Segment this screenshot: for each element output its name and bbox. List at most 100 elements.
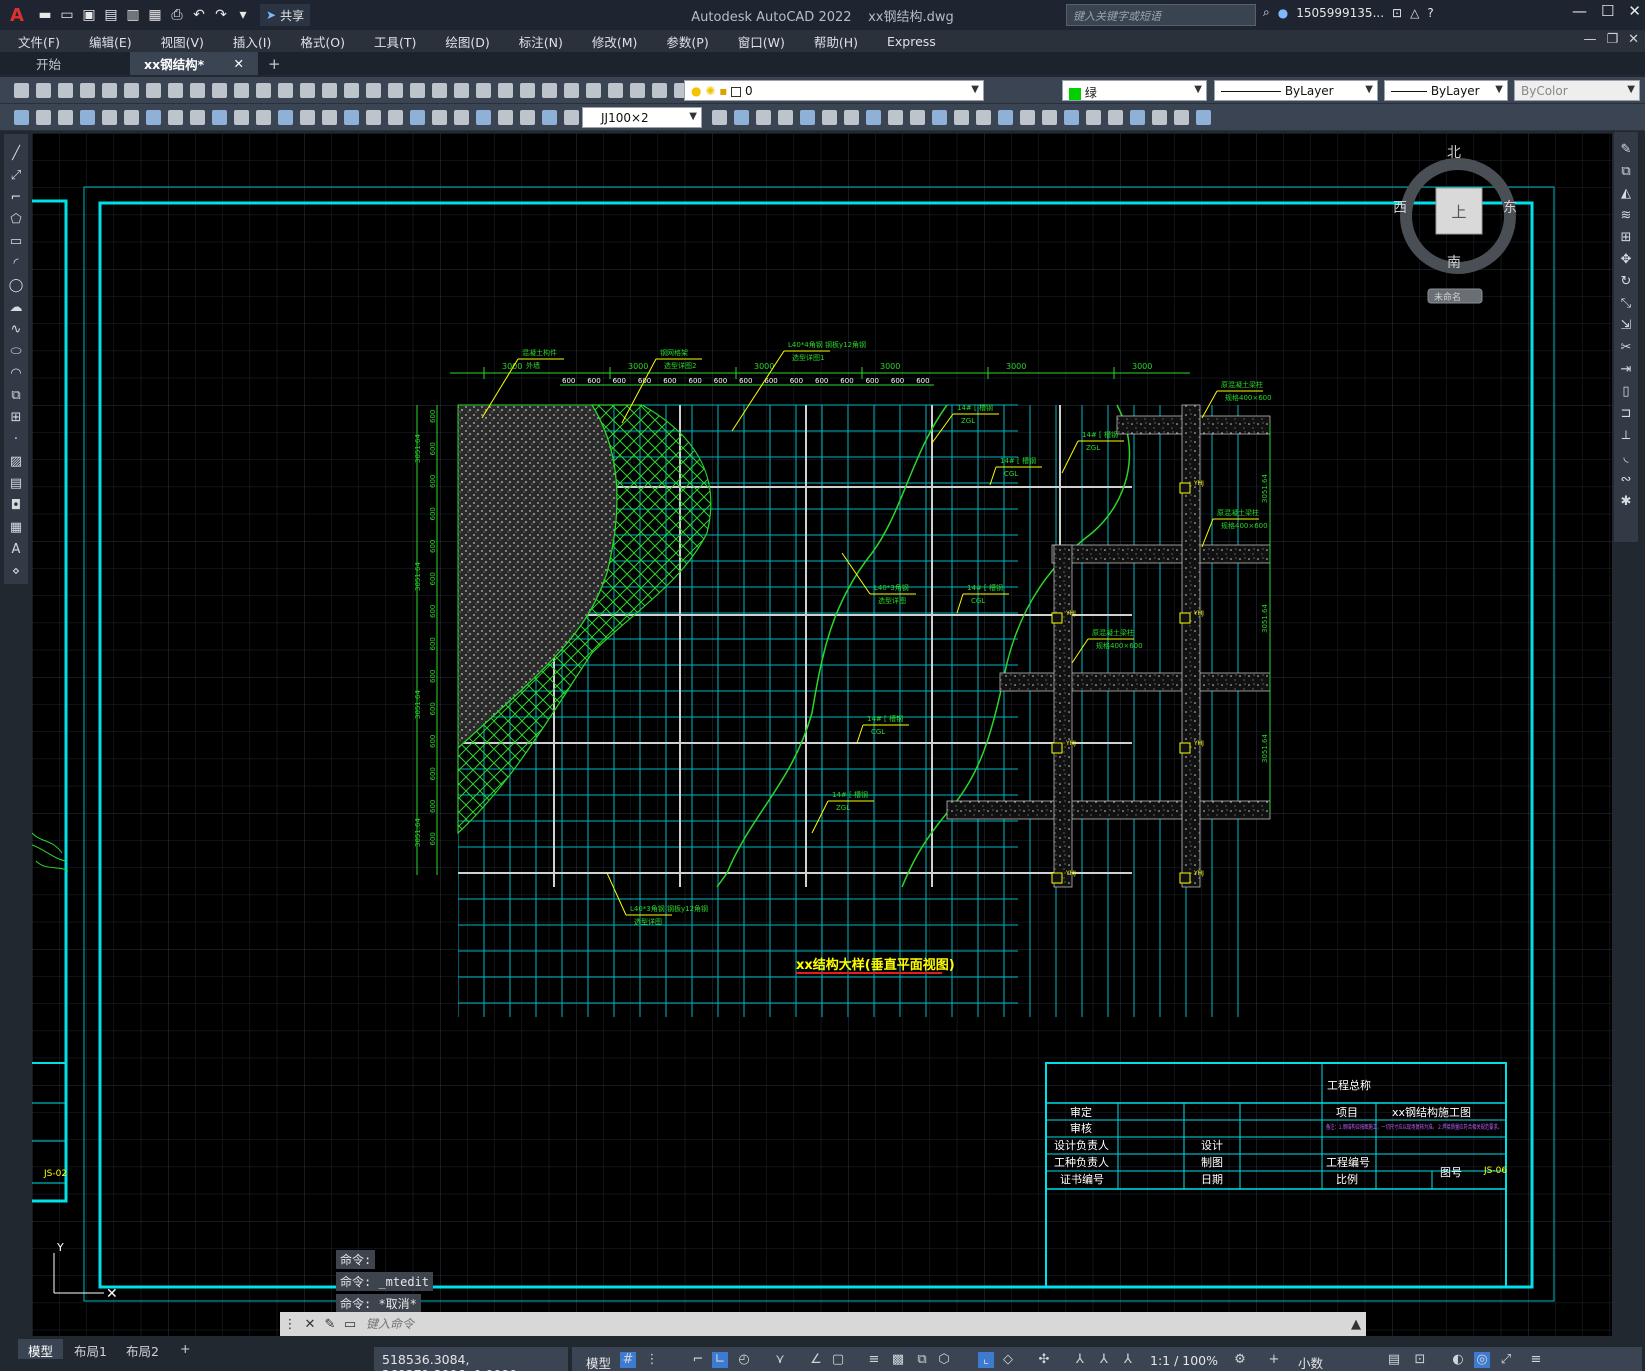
toolbar-tool-icon[interactable] [1086,110,1101,125]
save-as-icon[interactable]: ▤ [100,4,122,26]
customization-icon[interactable]: ≡ [1528,1352,1544,1368]
annotation-monitor-icon[interactable]: + [1266,1352,1282,1368]
annotation-visibility-icon[interactable]: ⅄ [1072,1352,1088,1368]
fillet-icon[interactable]: ◟ [1618,450,1634,466]
toolbar-tool-icon[interactable] [36,110,51,125]
toolbar-tool-icon[interactable] [844,110,859,125]
toolbar-tool-icon[interactable] [1130,110,1145,125]
toolbar-tool-icon[interactable] [998,110,1013,125]
print-icon[interactable]: ⎙ [166,4,188,26]
menu-parametric[interactable]: 参数(P) [648,32,719,51]
auto-scale-icon[interactable]: ⅄ [1096,1352,1112,1368]
publish-icon[interactable]: ▦ [144,4,166,26]
toolbar-tool-icon[interactable] [476,83,491,98]
doc-restore-icon[interactable]: ❐ [1606,32,1618,47]
close-icon[interactable]: ✕ [1628,2,1641,20]
user-name[interactable]: 1505999135... [1296,6,1384,20]
dimstyle-dropdown[interactable]: JJ100×2 ▼ [582,107,702,128]
close-icon[interactable]: ✕ [300,1317,320,1332]
join-icon[interactable]: ⊐ [1618,406,1634,422]
model-space-toggle[interactable]: 模型 [586,1353,611,1371]
recent-commands-icon[interactable]: ▲ [1346,1317,1366,1332]
tab-close-icon[interactable]: ✕ [234,56,244,71]
explode-icon[interactable]: ✱ [1618,494,1634,510]
minimize-icon[interactable]: — [1572,2,1587,20]
stretch-icon[interactable]: ⇲ [1618,318,1634,334]
menu-view[interactable]: 视图(V) [143,32,215,51]
viewcube-south[interactable]: 南 [1447,255,1461,271]
toolbar-tool-icon[interactable] [278,83,293,98]
tab-start[interactable]: 开始 [0,52,130,75]
add-selected-icon[interactable]: ⋄ [8,564,24,580]
toolbar-tool-icon[interactable] [454,110,469,125]
toolbar-tool-icon[interactable] [630,83,645,98]
plot-icon[interactable]: ▥ [122,4,144,26]
viewcube-east[interactable]: 东 [1503,200,1517,216]
toolbar-tool-icon[interactable] [1042,110,1057,125]
toolbar-tool-icon[interactable] [344,110,359,125]
new-tab-button[interactable]: + [258,52,291,75]
polyline-icon[interactable]: ⌐ [8,190,24,206]
toolbar-tool-icon[interactable] [1020,110,1035,125]
search-icon[interactable]: ⌕ [1263,5,1270,20]
toolbar-tool-icon[interactable] [190,110,205,125]
infer-constraints-icon[interactable]: ⌐ [690,1352,706,1368]
toolbar-tool-icon[interactable] [388,110,403,125]
toolbar-tool-icon[interactable] [168,110,183,125]
table-icon[interactable]: ▦ [8,520,24,536]
color-dropdown[interactable]: 绿 ▼ [1062,80,1207,101]
coordinates-readout[interactable]: 518536.3084, 269271.3996, 0.0000 [374,1347,568,1371]
toolbar-tool-icon[interactable] [14,110,29,125]
polar-tracking-icon[interactable]: ◴ [736,1352,752,1368]
object-snap-tracking-icon[interactable]: ∠ [808,1352,824,1368]
plotstyle-dropdown[interactable]: ByColor ▼ [1514,80,1640,101]
doc-minimize-icon[interactable]: — [1583,32,1596,47]
toolbar-tool-icon[interactable] [58,110,73,125]
toolbar-tool-icon[interactable] [498,83,513,98]
toolbar-tool-icon[interactable] [322,110,337,125]
menu-draw[interactable]: 绘图(D) [427,32,500,51]
toolbar-tool-icon[interactable] [454,83,469,98]
cart-icon[interactable]: ⊡ [1392,6,1402,20]
gizmo-icon[interactable]: ✣ [1036,1352,1052,1368]
ortho-toggle-icon[interactable]: ∟ [712,1352,728,1368]
copy-icon[interactable]: ⧉ [1618,164,1634,180]
toolbar-tool-icon[interactable] [366,110,381,125]
toolbar-tool-icon[interactable] [520,110,535,125]
autocad-logo-icon[interactable]: A [0,0,34,30]
toolbar-tool-icon[interactable] [322,83,337,98]
3d-osnap-icon[interactable]: ⬡ [936,1352,952,1368]
toolbar-tool-icon[interactable] [102,110,117,125]
toolbar-tool-icon[interactable] [212,83,227,98]
toolbar-tool-icon[interactable] [498,110,513,125]
mirror-icon[interactable]: ◭ [1618,186,1634,202]
toolbar-tool-icon[interactable] [234,110,249,125]
move-icon[interactable]: ✥ [1618,252,1634,268]
add-layout-button[interactable]: + [170,1339,200,1359]
menu-edit[interactable]: 编辑(E) [71,32,143,51]
menu-tools[interactable]: 工具(T) [356,32,427,51]
customize-dropdown-icon[interactable]: ▾ [232,4,254,26]
trim-icon[interactable]: ✂ [1618,340,1634,356]
toolbar-tool-icon[interactable] [410,110,425,125]
ucs-dropdown-label[interactable]: 未命名 [1434,291,1461,303]
tab-active-drawing[interactable]: xx钢结构* ✕ [130,52,258,75]
toolbar-tool-icon[interactable] [932,110,947,125]
insert-block-icon[interactable]: ⧉ [8,388,24,404]
layer-dropdown[interactable]: ● ✺ ▪ 0 ▼ [684,80,984,101]
toolbar-tool-icon[interactable] [80,110,95,125]
toolbar-tool-icon[interactable] [520,83,535,98]
polygon-icon[interactable]: ⬠ [8,212,24,228]
toolbar-tool-icon[interactable] [190,83,205,98]
quick-properties-icon[interactable]: ▤ [1386,1352,1402,1368]
circle-icon[interactable]: ◯ [8,278,24,294]
rotate-icon[interactable]: ↻ [1618,274,1634,290]
isometric-icon[interactable]: ⋎ [772,1352,788,1368]
menu-modify[interactable]: 修改(M) [574,32,649,51]
toolbar-tool-icon[interactable] [146,83,161,98]
toolbar-tool-icon[interactable] [102,83,117,98]
ellipse-icon[interactable]: ⬭ [8,344,24,360]
offset-icon[interactable]: ≋ [1618,208,1634,224]
break-icon[interactable]: ▯ [1618,384,1634,400]
toolbar-tool-icon[interactable] [476,110,491,125]
